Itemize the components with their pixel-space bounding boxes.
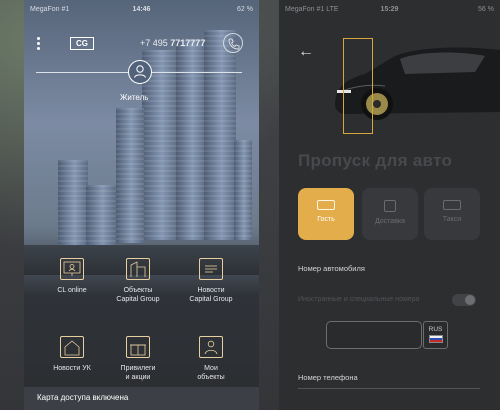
pass-type-label: Гость	[317, 216, 335, 223]
car-highlight-frame	[343, 38, 373, 134]
resident-toggle-button[interactable]	[128, 60, 152, 84]
grid-item-news-uk[interactable]: Новости УК	[37, 336, 107, 373]
grid-item-objects[interactable]: Объекты Capital Group	[103, 258, 173, 304]
house-icon	[60, 336, 84, 358]
status-bar: MegaFon #1 14:46 62 %	[24, 4, 259, 18]
person-icon	[134, 65, 146, 78]
skyline-tower	[176, 40, 206, 240]
battery-text: 62 %	[237, 6, 253, 13]
clock-text: 15:29	[380, 6, 399, 13]
access-card-bar[interactable]: Карта доступа включена	[24, 387, 259, 410]
building-icon	[126, 258, 150, 280]
phone-number[interactable]: +7 495 7717777	[140, 38, 205, 48]
foreign-plates-label: Иностранные и специальные номера	[298, 296, 420, 303]
resident-home-screen: MegaFon #1 14:46 62 % CG +7 495 7717777 …	[24, 0, 259, 410]
clock-text: 14:46	[132, 6, 151, 13]
grid-item-privileges[interactable]: Привилеги и акции	[103, 336, 173, 382]
menu-kebab-icon[interactable]	[35, 37, 41, 51]
foreign-plates-toggle[interactable]	[452, 294, 476, 306]
status-bar: MegaFon #1 LTE 15:29 56 %	[279, 4, 500, 18]
plate-number-label: Номер автомобиля	[298, 264, 365, 273]
plate-number-input[interactable]	[326, 321, 422, 349]
grid-label: CL online	[57, 287, 87, 294]
phone-number-input[interactable]	[298, 388, 480, 389]
news-icon	[199, 258, 223, 280]
gift-icon	[126, 336, 150, 358]
pass-type-guest-button[interactable]: Гость	[298, 188, 354, 240]
car-icon	[317, 200, 335, 210]
phone-number-label: Номер телефона	[298, 373, 358, 382]
pass-type-label: Такси	[442, 216, 462, 223]
user-home-icon	[199, 336, 223, 358]
grid-label: Привилеги и акции	[120, 365, 156, 381]
pass-type-taxi-button[interactable]: Такси	[424, 188, 480, 240]
resident-label: Житель	[120, 93, 149, 102]
battery-text: 56 %	[478, 6, 494, 13]
pass-type-delivery-button[interactable]: Доставка	[362, 188, 418, 240]
grid-label: Объекты Capital Group	[116, 287, 160, 303]
car-pass-screen: MegaFon #1 LTE 15:29 56 % ← Пропуск для …	[279, 0, 500, 410]
skyline-tower	[58, 160, 88, 245]
call-icon[interactable]	[223, 33, 243, 53]
region-code: RUS	[428, 326, 443, 333]
skyline-tower	[234, 140, 252, 240]
skyline-tower	[86, 185, 116, 245]
grid-label: Мои объекты	[197, 365, 225, 381]
phone-main: 7717777	[170, 38, 206, 48]
phone-prefix: +7 495	[140, 38, 171, 48]
skyline-tower	[116, 108, 144, 243]
grid-item-news-capital[interactable]: Новости Capital Group	[176, 258, 246, 304]
plate-region-box[interactable]: RUS	[423, 321, 448, 349]
back-arrow-icon[interactable]: ←	[298, 44, 314, 60]
pass-type-label: Доставка	[374, 218, 406, 225]
access-card-status: Карта доступа включена	[37, 393, 129, 402]
grid-item-my-objects[interactable]: Мои объекты	[176, 336, 246, 382]
delivery-icon	[384, 200, 396, 212]
page-title: Пропуск для авто	[298, 151, 453, 170]
grid-label: Новости Capital Group	[189, 287, 233, 303]
monitor-icon	[60, 258, 84, 280]
grid-item-cl-online[interactable]: CL online	[37, 258, 107, 295]
cg-logo: CG	[70, 37, 94, 50]
taxi-icon	[443, 200, 461, 210]
grid-label: Новости УК	[53, 365, 91, 372]
skyline-tower	[204, 30, 236, 240]
russian-flag-icon	[428, 335, 443, 343]
